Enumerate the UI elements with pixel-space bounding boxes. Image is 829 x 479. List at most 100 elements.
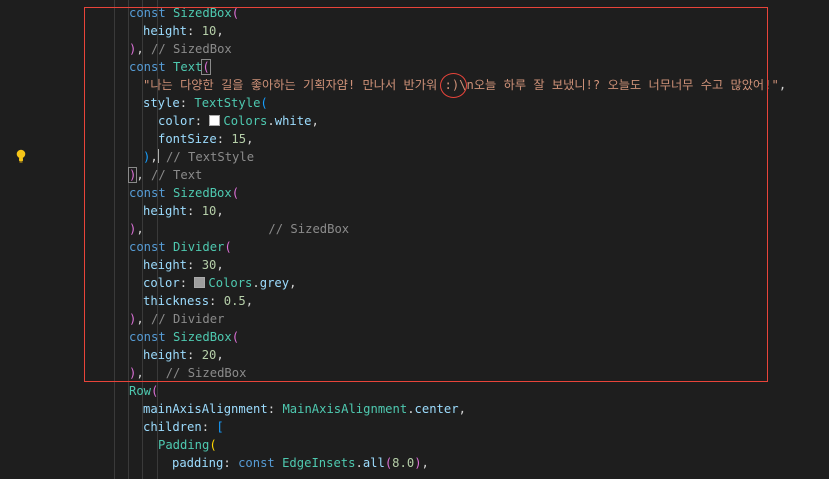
code-token: ,: [136, 168, 152, 182]
code-token: height: [143, 204, 188, 218]
code-line[interactable]: height: 20,: [143, 346, 224, 364]
code-token: 8.0: [392, 456, 415, 470]
code-token: children: [143, 420, 202, 434]
code-token: ,: [216, 204, 224, 218]
code-token: SizedBox: [173, 186, 232, 200]
code-token: ,: [245, 294, 254, 308]
code-token: (: [151, 384, 159, 398]
code-line[interactable]: const SizedBox(: [129, 184, 239, 202]
code-token: const: [129, 330, 174, 344]
code-line[interactable]: ), // Text: [127, 166, 203, 184]
code-token: // SizedBox: [165, 366, 247, 380]
code-line[interactable]: height: 30,: [143, 256, 224, 274]
code-token: :: [267, 402, 283, 416]
code-line[interactable]: "나는 다양한 길을 좋아하는 기획자얌! 만나서 반가워 :)\n오늘 하루 …: [143, 76, 786, 94]
code-line[interactable]: fontSize: 15,: [158, 130, 253, 148]
code-token: // Text: [151, 168, 203, 182]
lightbulb-icon[interactable]: [15, 149, 27, 163]
code-token: Colors: [208, 276, 253, 290]
code-token: style: [143, 96, 180, 110]
code-token: (: [231, 6, 240, 20]
code-token: :: [187, 24, 202, 38]
code-line[interactable]: color: Colors.grey,: [143, 274, 296, 292]
code-token: :: [187, 348, 202, 362]
code-line[interactable]: const Text(: [129, 58, 211, 76]
code-token: grey: [259, 276, 290, 290]
code-token: ,: [458, 402, 466, 416]
code-line[interactable]: style: TextStyle(: [143, 94, 268, 112]
code-line[interactable]: thickness: 0.5,: [143, 292, 253, 310]
code-token: ,: [246, 132, 254, 146]
code-token: :: [209, 294, 224, 308]
code-token: EdgeInsets: [282, 456, 356, 470]
code-token: padding: [172, 456, 224, 470]
code-line[interactable]: children: [: [143, 418, 224, 436]
code-token: ,: [216, 258, 224, 272]
code-token: Row: [129, 384, 152, 398]
code-token: 20: [201, 348, 217, 362]
code-token: all: [362, 456, 385, 470]
code-token: color: [158, 114, 195, 128]
indent-guide: [114, 0, 115, 479]
code-token: 30: [201, 258, 217, 272]
code-token: height: [143, 24, 188, 38]
code-token: ,: [311, 114, 319, 128]
code-token: ,: [136, 222, 269, 236]
code-token: :: [187, 204, 202, 218]
color-swatch[interactable]: [194, 277, 206, 288]
code-line[interactable]: color: Colors.white,: [158, 112, 319, 130]
code-token: height: [143, 348, 188, 362]
code-token: (: [231, 330, 240, 344]
code-line[interactable]: ), // SizedBox: [129, 364, 246, 382]
code-token: :: [223, 456, 239, 470]
code-token: .: [252, 276, 260, 290]
code-token: 0.5: [223, 294, 246, 308]
code-token: SizedBox: [173, 330, 232, 344]
code-editor[interactable]: const SizedBox(height: 10,), // SizedBox…: [0, 0, 829, 479]
code-token: (: [231, 186, 240, 200]
code-token: ,: [216, 24, 224, 38]
code-token: // TextStyle: [158, 150, 255, 164]
code-line[interactable]: Row(: [129, 382, 158, 400]
code-token: ,: [421, 456, 429, 470]
code-token: [: [216, 420, 224, 434]
code-token: ,: [778, 78, 787, 92]
code-token: const: [129, 186, 174, 200]
code-token: MainAxisAlignment: [282, 402, 408, 416]
code-token: .: [355, 456, 363, 470]
code-token: Text: [173, 60, 203, 74]
code-token: Padding: [158, 438, 210, 452]
code-token: 10: [201, 24, 217, 38]
code-line[interactable]: height: 10,: [143, 202, 224, 220]
code-line[interactable]: ), // SizedBox: [129, 40, 232, 58]
code-token: :: [187, 258, 202, 272]
code-token: const: [238, 456, 283, 470]
code-line[interactable]: padding: const EdgeInsets.all(8.0),: [172, 454, 429, 472]
code-token: (: [260, 96, 268, 110]
code-line[interactable]: ), // SizedBox: [129, 220, 349, 238]
code-line[interactable]: const Divider(: [129, 238, 232, 256]
code-token: :: [201, 420, 217, 434]
code-token: const: [129, 240, 174, 254]
code-token: thickness: [143, 294, 210, 308]
code-token: ,: [216, 348, 224, 362]
color-swatch[interactable]: [209, 115, 221, 126]
code-line[interactable]: ), // TextStyle: [143, 148, 254, 166]
code-line[interactable]: const SizedBox(: [129, 328, 239, 346]
code-token: // Divider: [151, 312, 225, 326]
code-token: .: [407, 402, 415, 416]
code-token: (: [201, 59, 211, 75]
code-line[interactable]: height: 10,: [143, 22, 224, 40]
code-token: const: [129, 6, 174, 20]
code-line[interactable]: mainAxisAlignment: MainAxisAlignment.cen…: [143, 400, 466, 418]
code-line[interactable]: ), // Divider: [129, 310, 224, 328]
code-token: Colors: [223, 114, 268, 128]
code-token: .: [267, 114, 275, 128]
code-token: 15: [231, 132, 247, 146]
code-token: TextStyle: [194, 96, 261, 110]
code-line[interactable]: Padding(: [158, 436, 217, 454]
code-token: SizedBox: [173, 6, 232, 20]
code-token: ,: [136, 312, 152, 326]
code-line[interactable]: const SizedBox(: [129, 4, 239, 22]
code-token: white: [274, 114, 312, 128]
